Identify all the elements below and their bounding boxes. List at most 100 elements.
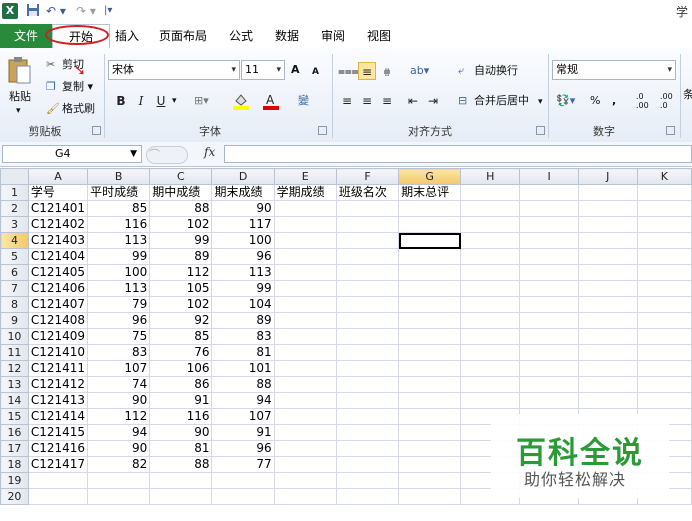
- cell-i8[interactable]: [519, 296, 579, 313]
- cell-j1[interactable]: [577, 184, 638, 201]
- cell-b4[interactable]: 113: [87, 232, 151, 249]
- cell-c2[interactable]: 88: [149, 200, 213, 217]
- cell-g18[interactable]: [398, 456, 462, 473]
- number-format-combo[interactable]: 常规 ▾: [552, 60, 676, 80]
- align-left-icon[interactable]: ≡: [338, 92, 356, 110]
- cell-c16[interactable]: 90: [149, 424, 213, 441]
- cell-k1[interactable]: [636, 184, 692, 201]
- row-header[interactable]: 11: [0, 344, 29, 361]
- cell-g6[interactable]: [398, 264, 462, 281]
- cell-e11[interactable]: [273, 344, 337, 361]
- cell-a19[interactable]: [27, 472, 89, 489]
- cell-g9[interactable]: [398, 312, 462, 329]
- row-header[interactable]: 14: [0, 392, 29, 409]
- cell-g11[interactable]: [398, 344, 462, 361]
- column-header-a[interactable]: A: [27, 168, 89, 185]
- cell-b20[interactable]: [87, 488, 151, 505]
- cell-d5[interactable]: 96: [211, 248, 275, 265]
- cell-k10[interactable]: [636, 328, 692, 345]
- cell-f17[interactable]: [335, 440, 400, 457]
- cell-d11[interactable]: 81: [211, 344, 275, 361]
- cell-a6[interactable]: C121405: [27, 264, 89, 281]
- name-box[interactable]: G4 ▼: [2, 145, 142, 163]
- cell-a10[interactable]: C121409: [27, 328, 89, 345]
- cell-c8[interactable]: 102: [149, 296, 213, 313]
- grow-font-button[interactable]: A: [291, 63, 300, 77]
- cell-e8[interactable]: [273, 296, 337, 313]
- cell-d14[interactable]: 94: [211, 392, 275, 409]
- cell-e17[interactable]: [273, 440, 337, 457]
- cell-a8[interactable]: C121407: [27, 296, 89, 313]
- cell-j13[interactable]: [577, 376, 638, 393]
- tab-formulas[interactable]: 公式: [220, 24, 262, 48]
- cell-a14[interactable]: C121413: [27, 392, 89, 409]
- row-header[interactable]: 10: [0, 328, 29, 345]
- cell-c14[interactable]: 91: [149, 392, 213, 409]
- cell-b17[interactable]: 90: [87, 440, 151, 457]
- cell-i4[interactable]: [519, 232, 579, 249]
- insert-function-button[interactable]: fx: [204, 145, 215, 159]
- cell-c3[interactable]: 102: [149, 216, 213, 233]
- cell-j9[interactable]: [577, 312, 638, 329]
- row-header[interactable]: 7: [0, 280, 29, 297]
- cell-a20[interactable]: [27, 488, 89, 505]
- cell-k8[interactable]: [636, 296, 692, 313]
- cell-d4[interactable]: 100: [211, 232, 275, 249]
- cell-h4[interactable]: [460, 232, 521, 249]
- cell-g3[interactable]: [398, 216, 462, 233]
- align-center-icon[interactable]: ≡: [358, 92, 376, 110]
- cell-g7[interactable]: [398, 280, 462, 297]
- cell-i2[interactable]: [519, 200, 579, 217]
- cell-g4[interactable]: [398, 232, 462, 249]
- decrease-decimal-button[interactable]: .00 .0: [660, 92, 682, 110]
- cell-h10[interactable]: [460, 328, 521, 345]
- row-header[interactable]: 9: [0, 312, 29, 329]
- cell-j2[interactable]: [577, 200, 638, 217]
- cell-b18[interactable]: 82: [87, 456, 151, 473]
- merge-dropdown-icon[interactable]: ▾: [538, 95, 543, 109]
- cell-b1[interactable]: 平时成绩: [87, 184, 151, 201]
- cell-g13[interactable]: [398, 376, 462, 393]
- cell-f3[interactable]: [335, 216, 400, 233]
- cell-d8[interactable]: 104: [211, 296, 275, 313]
- cell-h9[interactable]: [460, 312, 521, 329]
- cell-h7[interactable]: [460, 280, 521, 297]
- cell-k7[interactable]: [636, 280, 692, 297]
- cell-d10[interactable]: 83: [211, 328, 275, 345]
- cell-d17[interactable]: 96: [211, 440, 275, 457]
- percent-style-button[interactable]: %: [590, 94, 600, 108]
- cell-i9[interactable]: [519, 312, 579, 329]
- cell-g1[interactable]: 期末总评: [398, 184, 462, 201]
- cell-d19[interactable]: [211, 472, 275, 489]
- cell-a13[interactable]: C121412: [27, 376, 89, 393]
- cell-b19[interactable]: [87, 472, 151, 489]
- copy-button[interactable]: 复制 ▾: [62, 80, 93, 94]
- cell-d13[interactable]: 88: [211, 376, 275, 393]
- cell-f7[interactable]: [335, 280, 400, 297]
- cell-c13[interactable]: 86: [149, 376, 213, 393]
- cell-a11[interactable]: C121410: [27, 344, 89, 361]
- cell-i10[interactable]: [519, 328, 579, 345]
- cell-g17[interactable]: [398, 440, 462, 457]
- font-color-icon[interactable]: A: [262, 92, 280, 113]
- cell-e20[interactable]: [273, 488, 337, 505]
- cell-d18[interactable]: 77: [211, 456, 275, 473]
- cell-e16[interactable]: [273, 424, 337, 441]
- cell-j14[interactable]: [577, 392, 638, 409]
- formula-input[interactable]: [224, 145, 692, 163]
- customize-toolbar-button[interactable]: |▾: [104, 3, 112, 19]
- cell-a5[interactable]: C121404: [27, 248, 89, 265]
- undo-button[interactable]: ↶ ▾: [46, 3, 66, 19]
- fill-color-icon[interactable]: [232, 92, 250, 113]
- cell-k9[interactable]: [636, 312, 692, 329]
- cell-g14[interactable]: [398, 392, 462, 409]
- row-header[interactable]: 15: [0, 408, 29, 425]
- font-name-combo[interactable]: 宋体 ▾: [108, 60, 240, 80]
- cell-a1[interactable]: 学号: [27, 184, 89, 201]
- cell-a16[interactable]: C121415: [27, 424, 89, 441]
- cell-k11[interactable]: [636, 344, 692, 361]
- cell-e5[interactable]: [273, 248, 337, 265]
- row-header[interactable]: 17: [0, 440, 29, 457]
- cell-c1[interactable]: 期中成绩: [149, 184, 213, 201]
- cell-c15[interactable]: 116: [149, 408, 213, 425]
